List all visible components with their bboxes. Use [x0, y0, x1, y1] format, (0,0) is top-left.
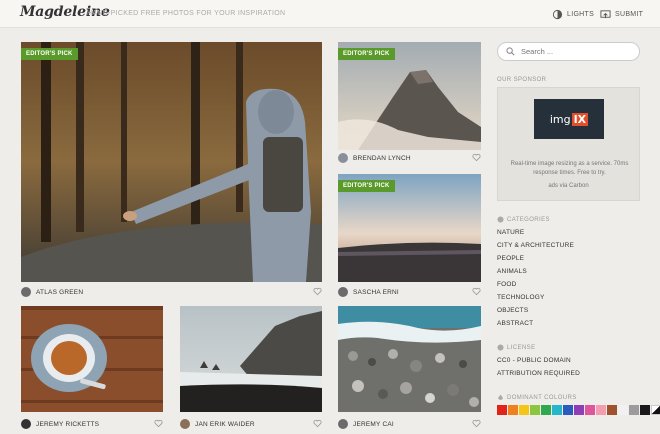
avatar[interactable] — [21, 419, 31, 429]
license-title-text: LICENSE — [507, 344, 536, 351]
colour-swatch[interactable] — [530, 405, 540, 415]
category-link[interactable]: ABSTRACT — [497, 320, 533, 327]
colour-swatch[interactable] — [585, 405, 595, 415]
category-link[interactable]: NATURE — [497, 229, 524, 236]
sponsor-title: OUR SPONSOR — [497, 77, 547, 83]
sponsor-ad[interactable]: img IX Real-time image resizing as a serv… — [497, 87, 640, 201]
submit-button[interactable]: SUBMIT — [600, 7, 643, 21]
colour-swatch[interactable] — [563, 405, 573, 415]
categories-title: CATEGORIES — [497, 216, 550, 223]
photo-credit: JEREMY RICKETTS — [21, 418, 163, 430]
colour-swatch[interactable] — [541, 405, 551, 415]
photo-card[interactable] — [180, 306, 322, 412]
heart-icon[interactable] — [154, 419, 163, 428]
editors-pick-badge: EDITOR'S PICK — [338, 180, 395, 192]
photo-card[interactable]: EDITOR'S PICK — [338, 174, 481, 282]
colour-swatch[interactable] — [618, 405, 628, 415]
photo-card[interactable]: EDITOR'S PICK — [338, 42, 481, 150]
photo-author[interactable]: ATLAS GREEN — [36, 289, 83, 296]
avatar[interactable] — [338, 287, 348, 297]
license-icon — [497, 344, 504, 351]
heart-icon[interactable] — [472, 419, 481, 428]
photo-image — [21, 306, 163, 412]
colour-swatch[interactable] — [574, 405, 584, 415]
license-title: LICENSE — [497, 344, 535, 351]
colour-swatch[interactable] — [519, 405, 529, 415]
avatar[interactable] — [180, 419, 190, 429]
lightbulb-icon — [552, 9, 563, 19]
colours-title: DOMINANT COLOURS — [497, 394, 577, 401]
colour-swatch[interactable] — [552, 405, 562, 415]
search-icon — [506, 47, 515, 56]
heart-icon[interactable] — [313, 419, 322, 428]
photo-image — [21, 42, 322, 282]
photo-credit: BRENDAN LYNCH — [338, 152, 481, 164]
droplet-icon — [498, 394, 503, 400]
sponsor-logo-text: img — [549, 112, 571, 126]
sponsor-description[interactable]: Real-time image resizing as a service. 7… — [504, 160, 635, 178]
colour-swatch[interactable] — [640, 405, 650, 415]
search-input[interactable] — [521, 47, 631, 56]
heart-icon[interactable] — [472, 153, 481, 162]
colour-swatch[interactable] — [497, 405, 507, 415]
colour-swatches — [497, 405, 660, 415]
photo-author[interactable]: SASCHA ERNI — [353, 289, 399, 296]
heart-icon[interactable] — [313, 287, 322, 296]
lights-label: LIGHTS — [567, 10, 595, 18]
sponsor-via[interactable]: ads via Carbon — [498, 183, 639, 189]
avatar[interactable] — [338, 153, 348, 163]
photo-image — [338, 306, 481, 412]
photo-credit: ATLAS GREEN — [21, 286, 322, 298]
categories-title-text: CATEGORIES — [507, 216, 550, 223]
photo-image — [180, 306, 322, 412]
site-header: Magdeleine HAND-PICKED FREE PHOTOS FOR Y… — [0, 0, 660, 28]
sponsor-logo-ix: IX — [571, 112, 589, 126]
colour-swatch[interactable] — [596, 405, 606, 415]
photo-author[interactable]: BRENDAN LYNCH — [353, 155, 411, 162]
photo-credit: SASCHA ERNI — [338, 286, 481, 298]
search-box[interactable] — [497, 42, 640, 61]
license-link[interactable]: ATTRIBUTION REQUIRED — [497, 370, 580, 377]
upload-icon — [600, 9, 611, 18]
photo-card[interactable] — [21, 306, 163, 412]
editors-pick-badge: EDITOR'S PICK — [338, 48, 395, 60]
category-link[interactable]: CITY & ARCHITECTURE — [497, 242, 574, 249]
photo-author[interactable]: JAN ERIK WAIDER — [195, 421, 255, 428]
sponsor-logo[interactable]: img IX — [534, 99, 604, 139]
photo-card[interactable]: EDITOR'S PICK — [21, 42, 322, 282]
category-link[interactable]: ANIMALS — [497, 268, 527, 275]
category-link[interactable]: OBJECTS — [497, 307, 528, 314]
license-link[interactable]: CC0 - PUBLIC DOMAIN — [497, 357, 571, 364]
colours-title-text: DOMINANT COLOURS — [507, 394, 577, 401]
avatar[interactable] — [21, 287, 31, 297]
category-link[interactable]: FOOD — [497, 281, 517, 288]
submit-label: SUBMIT — [615, 10, 644, 18]
photo-credit: JAN ERIK WAIDER — [180, 418, 322, 430]
editors-pick-badge: EDITOR'S PICK — [21, 48, 78, 60]
photo-author[interactable]: JEREMY RICKETTS — [36, 421, 99, 428]
colour-swatch[interactable] — [607, 405, 617, 415]
colour-swatch[interactable] — [508, 405, 518, 415]
photo-credit: JEREMY CAI — [338, 418, 481, 430]
photo-card[interactable] — [338, 306, 481, 412]
colour-swatch[interactable] — [629, 405, 639, 415]
avatar[interactable] — [338, 419, 348, 429]
site-tagline: HAND-PICKED FREE PHOTOS FOR YOUR INSPIRA… — [87, 10, 286, 17]
category-link[interactable]: TECHNOLOGY — [497, 294, 545, 301]
heart-icon[interactable] — [472, 287, 481, 296]
category-link[interactable]: PEOPLE — [497, 255, 524, 262]
tag-icon — [497, 216, 504, 223]
photo-author[interactable]: JEREMY CAI — [353, 421, 394, 428]
lights-toggle-button[interactable]: LIGHTS — [552, 7, 594, 21]
colour-swatch[interactable] — [651, 405, 660, 415]
